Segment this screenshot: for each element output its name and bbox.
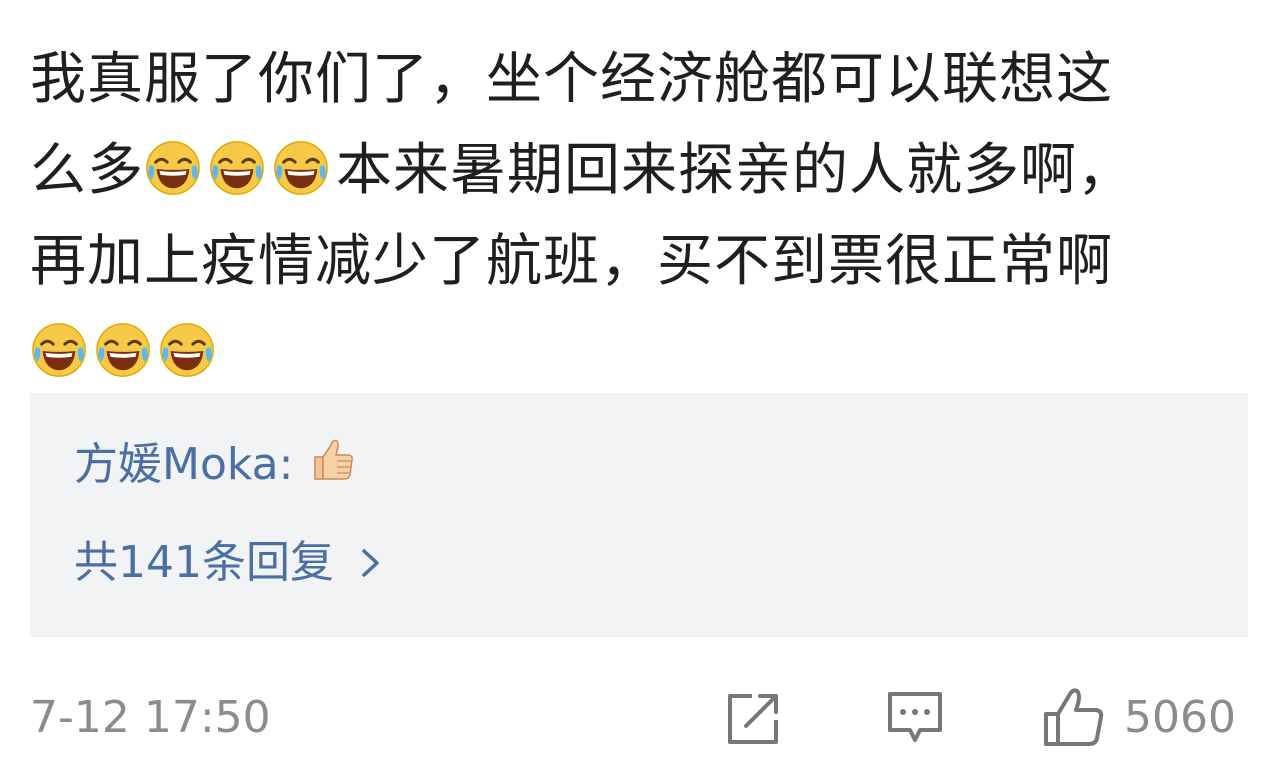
comment-line-2-start: 么多 xyxy=(30,138,144,203)
comment-line-3: 再加上疫情减少了航班，买不到票很正常啊 xyxy=(30,229,1113,294)
laughing-tears-emoji xyxy=(94,321,152,379)
comment-line-2-end: 本来暑期回来探亲的人就多啊， xyxy=(336,138,1134,203)
comment-line-1: 我真服了你们了，坐个经济舱都可以联想这 xyxy=(30,47,1113,112)
like-button[interactable]: 5060 xyxy=(1040,686,1260,750)
reply-preview-line[interactable]: 方媛Moka: xyxy=(74,435,357,495)
reply-count-label[interactable]: 共141条回复 xyxy=(74,533,334,593)
comment-footer: 7-12 17:50 5060 xyxy=(0,680,1280,760)
reply-author[interactable]: 方媛Moka xyxy=(74,439,279,490)
laughing-tears-emoji xyxy=(272,139,330,197)
reply-button[interactable] xyxy=(884,686,946,750)
laughing-tears-emoji xyxy=(208,139,266,197)
like-count: 5060 xyxy=(1124,692,1236,743)
timestamp: 7-12 17:50 xyxy=(30,692,271,743)
laughing-tears-emoji xyxy=(30,321,88,379)
share-icon xyxy=(728,694,778,744)
thumbs-up-icon xyxy=(1044,688,1104,746)
reply-preview-box[interactable]: 方媛Moka: 共141条回复 xyxy=(30,393,1248,637)
comment-line-2: 么多 本来暑期回来探亲的人就多啊， xyxy=(30,125,1260,216)
view-all-replies-link[interactable]: 共141条回复 xyxy=(74,533,384,593)
laughing-tears-emoji xyxy=(144,139,202,197)
laughing-tears-emoji xyxy=(158,321,216,379)
comment-line-4 xyxy=(30,307,1260,398)
thumbs-up-emoji xyxy=(307,435,357,485)
reply-separator: : xyxy=(278,439,294,490)
comment-icon xyxy=(888,692,942,742)
share-button[interactable] xyxy=(722,686,784,750)
comment-body: 我真服了你们了，坐个经济舱都可以联想这 么多 本来暑期回来探亲的人就多啊， 再加上… xyxy=(30,34,1260,398)
chevron-right-icon xyxy=(362,549,379,577)
